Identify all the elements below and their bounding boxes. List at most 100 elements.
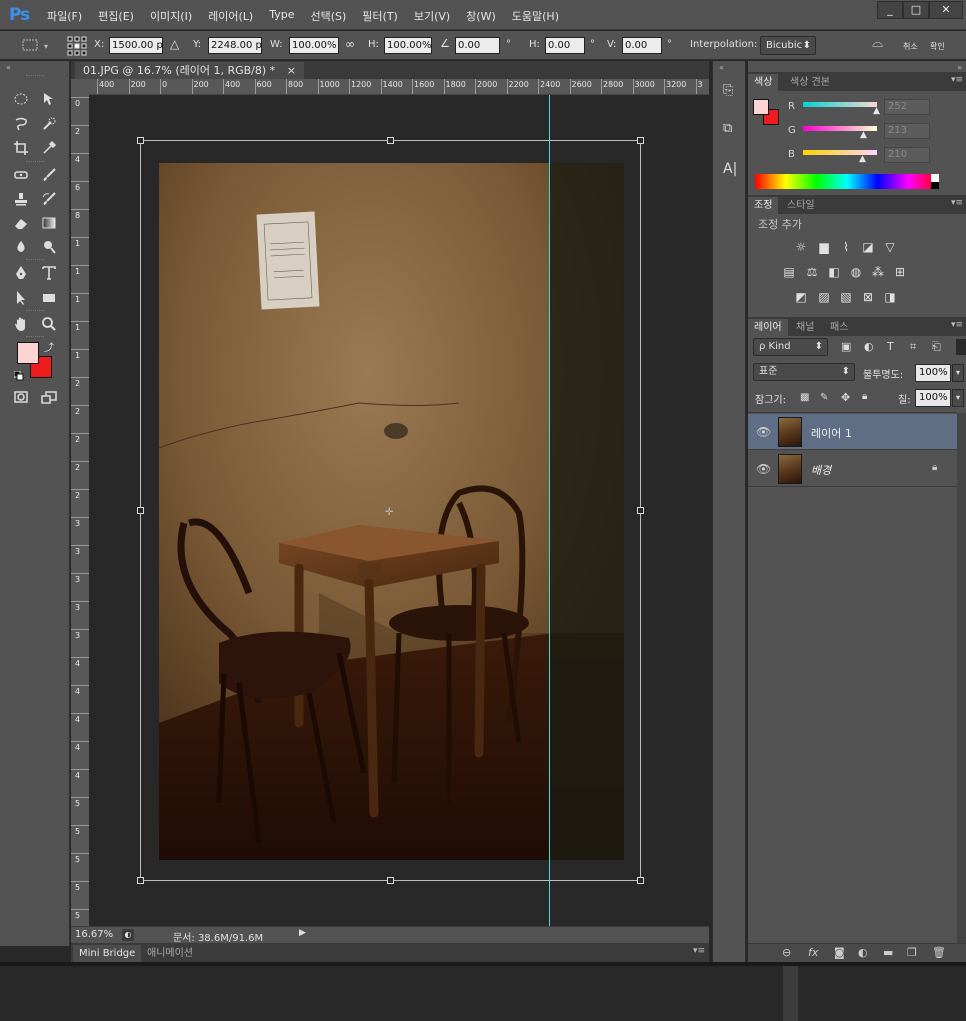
quick-mask-icon[interactable] [10,387,32,407]
link-layers-icon[interactable]: ⊖ [782,946,791,959]
tab-color[interactable]: 색상 [748,74,779,91]
tool-preset-picker[interactable]: ▾ [8,35,52,55]
quick-selection-tool-icon[interactable] [38,114,60,134]
gradient-map-icon[interactable]: ⊠ [860,290,876,304]
photo-filter-icon[interactable]: ◍ [848,265,864,279]
color-spectrum-ramp[interactable] [755,174,939,189]
pen-tool-icon[interactable] [10,263,32,283]
menu-image[interactable]: 이미지(I) [150,8,192,24]
zoom-tool-icon[interactable] [38,314,60,334]
foreground-color-swatch-top[interactable] [17,342,39,364]
fill-field[interactable]: 100% [915,389,951,407]
invert-icon[interactable]: ◩ [793,290,809,304]
type-tool-icon[interactable] [38,263,60,283]
layer-row-selected[interactable]: 👁︎ 레이어 1 [748,414,957,450]
tab-swatches[interactable]: 색상 견본 [784,74,836,91]
close-button[interactable]: ✕ [929,1,963,19]
foreground-color-chip[interactable] [753,99,769,115]
menu-layer[interactable]: 레이어(L) [208,8,253,24]
exposure-icon[interactable]: ◪ [860,240,876,254]
eyedropper-tool-icon[interactable] [38,138,60,158]
expand-arrows-icon[interactable]: « [719,63,724,72]
link-icon[interactable]: ∞ [345,37,355,51]
canvas-area[interactable]: ✛ [89,95,798,1021]
filter-pixel-icon[interactable]: ▣ [841,340,851,353]
maximize-button[interactable]: □ [903,1,929,19]
history-brush-tool-icon[interactable] [38,189,60,209]
filter-adjustment-icon[interactable]: ◐ [864,340,874,353]
vskew-field[interactable]: 0.00 [622,37,662,54]
brush-tool-icon[interactable] [38,165,60,185]
handle-bottom-left[interactable] [137,877,144,884]
blur-tool-icon[interactable] [10,237,32,257]
menu-help[interactable]: 도움말(H) [512,8,559,24]
vertical-ruler[interactable]: 0 2 4 6 8 1 1 1 1 1 2 2 2 2 2 3 3 3 3 3 4 4 4 4 4 5 5 5 5 5 [71,95,89,926]
layer-row[interactable]: 👁︎ 배경 🔒︎ [748,451,957,487]
hand-tool-icon[interactable] [10,314,32,334]
status-menu-arrow-icon[interactable]: ▶ [299,928,306,938]
panel-menu-icon[interactable]: ▾≡ [951,75,963,85]
marquee-tool-icon[interactable] [10,89,32,109]
new-layer-icon[interactable]: ❐ [907,946,917,959]
document-tab[interactable]: 01.JPG @ 16.7% (레이어 1, RGB/8) * × [75,62,304,79]
r-slider[interactable] [803,102,877,107]
add-mask-icon[interactable]: ◙ [834,946,845,959]
zoom-level[interactable]: 16.67% [75,929,113,940]
menu-select[interactable]: 선택(S) [310,8,346,24]
threshold-icon[interactable]: ▧ [838,290,854,304]
reference-point-crosshair-icon[interactable]: ✛ [385,507,393,518]
warp-icon[interactable]: ⌓ [872,35,883,51]
filter-shape-icon[interactable]: ⌗ [910,340,916,354]
handle-middle-right[interactable] [637,507,644,514]
menu-filter[interactable]: 필터(T) [362,8,398,24]
dodge-tool-icon[interactable] [38,237,60,257]
filter-toggle[interactable] [956,339,966,355]
tab-paths[interactable]: 패스 [824,319,854,336]
tab-animation[interactable]: 애니메이션 [141,945,199,962]
delete-layer-icon[interactable]: 🗑︎ [932,946,946,959]
g-slider-thumb-icon[interactable]: ▲ [860,130,867,140]
rectangle-tool-icon[interactable] [38,288,60,308]
layer-filter-select[interactable]: ρ Kind ⬍ [753,338,828,356]
menu-window[interactable]: 창(W) [466,8,496,24]
hskew-field[interactable]: 0.00 [545,37,585,54]
ruler-origin[interactable] [71,79,89,95]
levels-icon[interactable]: ▆ [816,240,832,254]
layer-name[interactable]: 레이어 1 [811,425,852,441]
swap-colors-icon[interactable]: ⤴ [44,339,54,354]
b-value[interactable]: 210 [884,147,930,163]
curves-icon[interactable]: ⌇ [838,240,854,254]
collapse-arrows-icon[interactable]: « [6,63,11,72]
opacity-dropdown-arrow-icon[interactable]: ▾ [952,364,964,382]
channel-mixer-icon[interactable]: ⁂ [870,265,886,279]
cancel-transform-button[interactable]: 취소 [903,41,918,52]
fill-dropdown-arrow-icon[interactable]: ▾ [952,389,964,407]
menu-edit[interactable]: 편집(E) [98,8,134,24]
panel-menu-icon[interactable]: ▾≡ [951,320,963,330]
status-icon[interactable]: ◐ [122,929,134,941]
eraser-tool-icon[interactable] [10,213,32,233]
collapse-arrows-right-icon[interactable]: » [957,63,962,72]
history-panel-icon[interactable]: ⎘ [723,83,733,98]
minimize-button[interactable]: _ [877,1,903,19]
filter-smart-object-icon[interactable]: ⎗ [932,340,941,354]
interpolation-select[interactable]: Bicubic ⬍ [760,36,816,55]
handle-top-center[interactable] [387,137,394,144]
handle-top-left[interactable] [137,137,144,144]
move-tool-icon[interactable] [38,89,60,109]
lock-all-icon[interactable]: 🔒︎ [862,391,867,402]
new-group-icon[interactable]: ▬ [883,946,893,959]
properties-panel-icon[interactable]: ⧉ [723,121,732,136]
menu-type[interactable]: Type [269,8,294,24]
handle-top-right[interactable] [637,137,644,144]
lock-position-icon[interactable]: ✥ [841,391,850,404]
visibility-eye-icon[interactable]: 👁︎ [756,425,771,439]
menu-file[interactable]: 파일(F) [47,8,82,24]
crop-tool-icon[interactable] [10,138,32,158]
tab-styles[interactable]: 스타일 [781,197,821,214]
tab-channels[interactable]: 채널 [790,319,820,336]
filter-type-icon[interactable]: T [887,340,894,353]
screen-mode-icon[interactable] [38,387,60,407]
brightness-contrast-icon[interactable]: ☼ [793,240,809,254]
handle-bottom-center[interactable] [387,877,394,884]
